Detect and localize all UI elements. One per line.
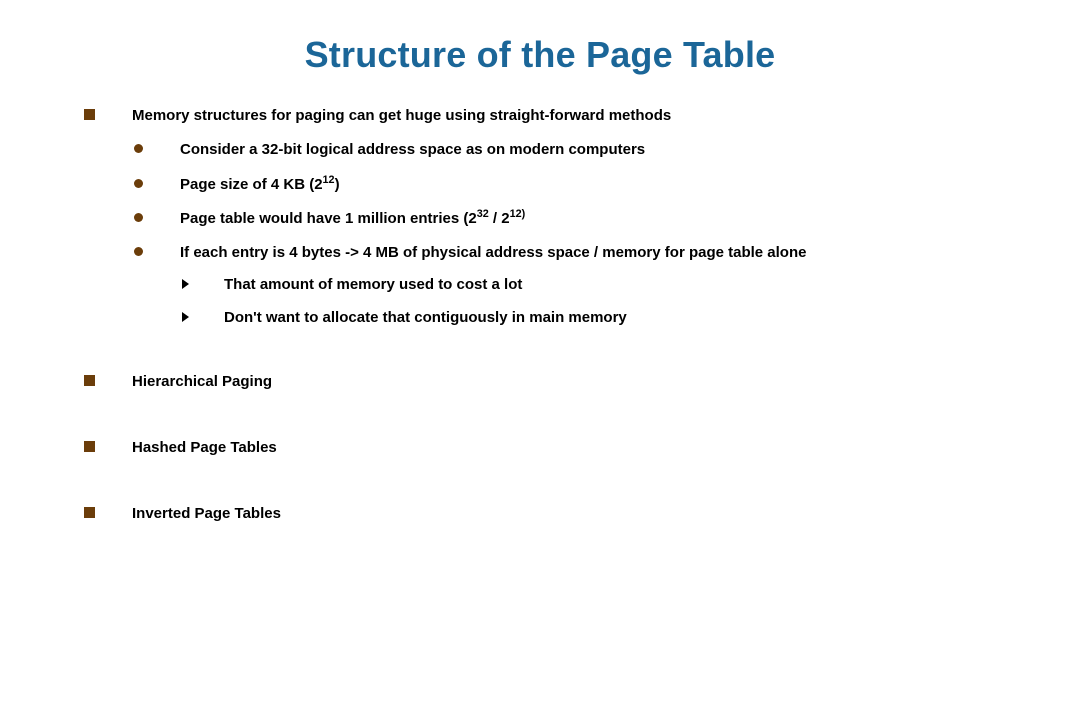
spacer (84, 342, 1040, 372)
page-title: Structure of the Page Table (0, 0, 1080, 106)
bullet-text: Page table would have 1 million entries … (180, 210, 477, 227)
bullet-level3: Don't want to allocate that contiguously… (182, 308, 1040, 328)
bullet-level1: Hashed Page Tables (84, 438, 1040, 458)
bullet-text: ) (335, 176, 340, 193)
bullet-level2: If each entry is 4 bytes -> 4 MB of phys… (134, 243, 1040, 328)
bullet-text: Memory structures for paging can get hug… (132, 107, 671, 124)
bullet-text: Hashed Page Tables (132, 439, 277, 456)
bullet-text: Don't want to allocate that contiguously… (224, 309, 627, 326)
bullet-text: That amount of memory used to cost a lot (224, 276, 522, 293)
bullet-text: Page size of 4 KB (2 (180, 176, 323, 193)
slide-content: Memory structures for paging can get hug… (0, 106, 1080, 525)
bullet-level1: Memory structures for paging can get hug… (84, 106, 1040, 328)
slide: Structure of the Page Table Memory struc… (0, 0, 1080, 720)
superscript: 12) (510, 208, 526, 220)
superscript: 12 (323, 174, 335, 186)
bullet-level2: Consider a 32-bit logical address space … (134, 140, 1040, 160)
bullet-level2: Page size of 4 KB (212) (134, 175, 1040, 195)
bullet-level3: That amount of memory used to cost a lot (182, 275, 1040, 295)
bullet-level1: Hierarchical Paging (84, 372, 1040, 392)
bullet-text: Consider a 32-bit logical address space … (180, 141, 645, 158)
bullet-text: If each entry is 4 bytes -> 4 MB of phys… (180, 244, 806, 261)
bullet-text: Inverted Page Tables (132, 505, 281, 522)
bullet-text: / 2 (489, 210, 510, 227)
superscript: 32 (477, 208, 489, 220)
bullet-text: Hierarchical Paging (132, 373, 272, 390)
bullet-level2: Page table would have 1 million entries … (134, 209, 1040, 229)
bullet-level1: Inverted Page Tables (84, 504, 1040, 524)
